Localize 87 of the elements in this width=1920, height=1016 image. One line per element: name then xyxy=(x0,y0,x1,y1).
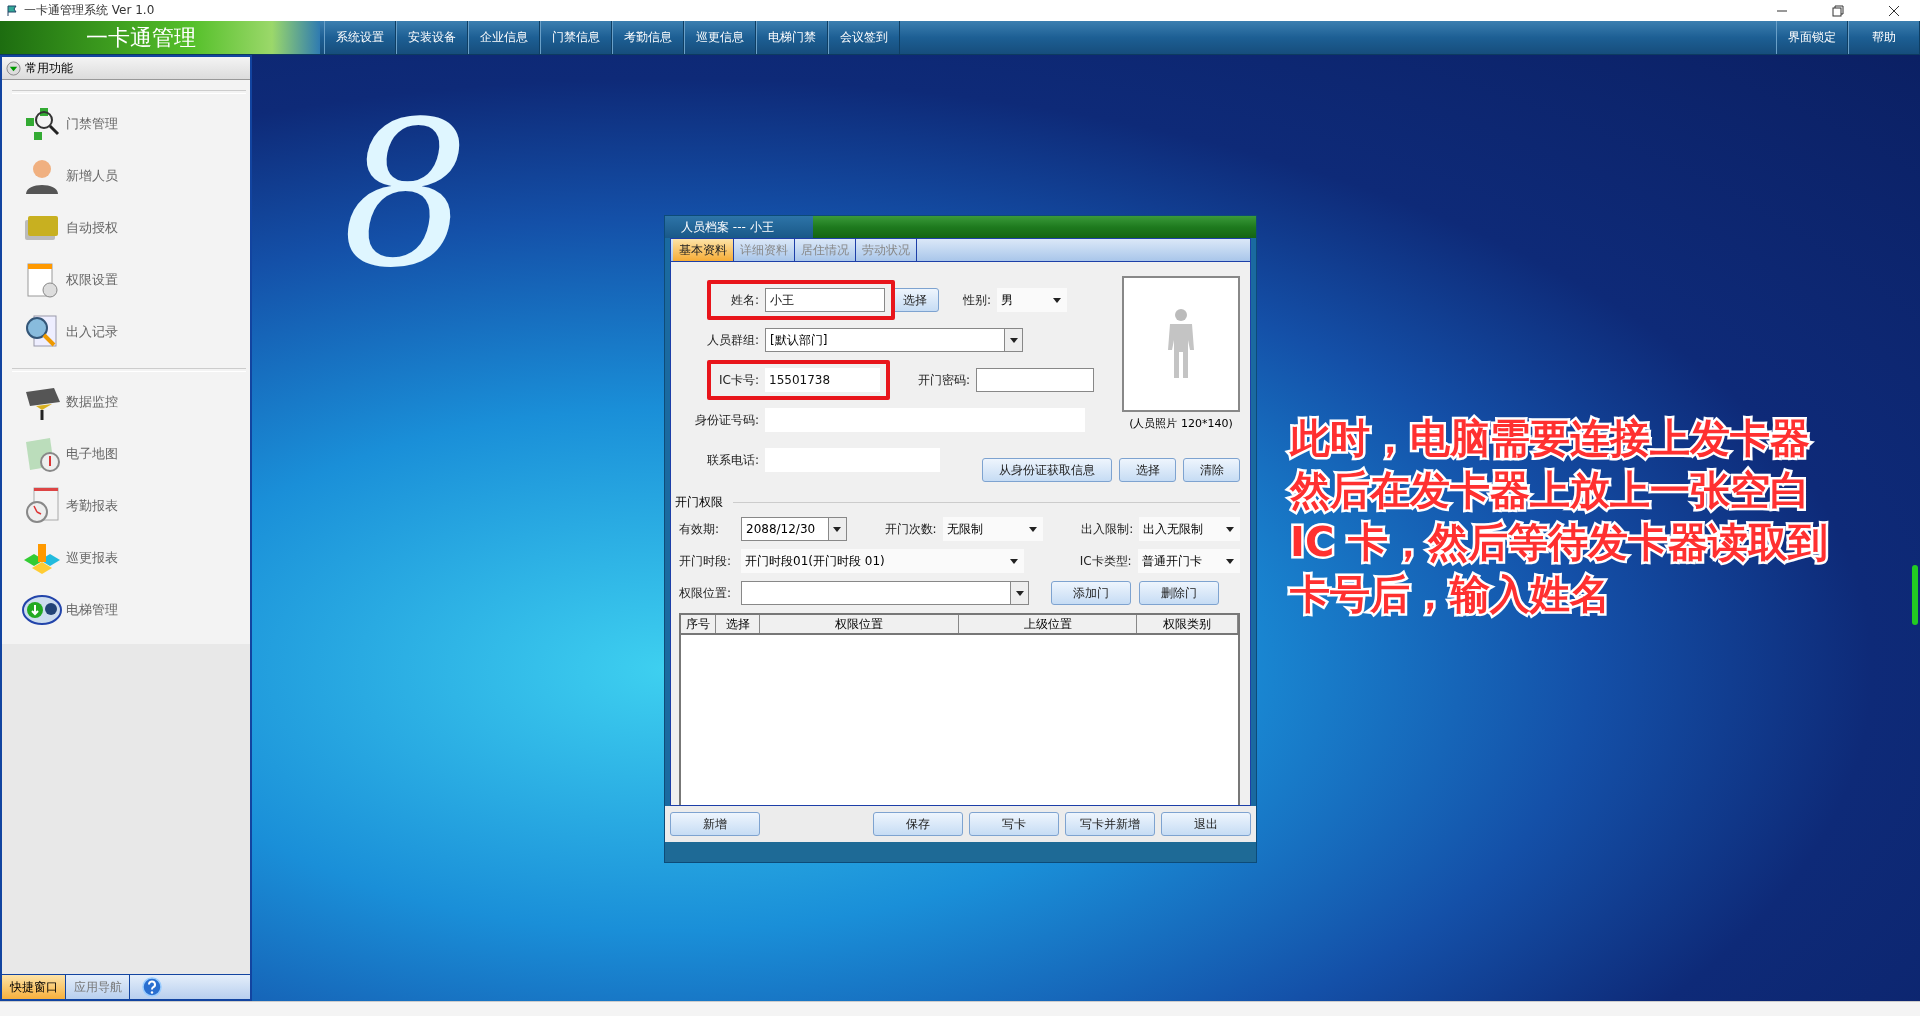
footer-button[interactable]: 保存 xyxy=(873,812,963,836)
menu-item[interactable]: 考勤信息 xyxy=(612,21,684,54)
person-silhouette-icon xyxy=(1165,308,1197,380)
gender-dropdown[interactable]: 男 xyxy=(997,288,1068,312)
menu-item[interactable]: 系统设置 xyxy=(324,21,396,54)
dialog-tab[interactable]: 基本资料 xyxy=(673,239,734,261)
caret-icon xyxy=(1226,526,1234,532)
sidebar-tab[interactable]: 应用导航 xyxy=(66,975,130,999)
caret-icon xyxy=(1015,590,1024,596)
card-number-field[interactable]: 15501738 xyxy=(765,368,880,392)
name-field[interactable]: 小王 xyxy=(765,288,885,312)
app-logo-text: 一卡通管理 xyxy=(0,21,320,54)
sidebar-item[interactable]: 新增人员 xyxy=(2,150,250,202)
photo-caption: (人员照片 120*140) xyxy=(1129,416,1233,431)
field-label: 开门时段: xyxy=(679,552,733,570)
menu-item[interactable]: 安装设备 xyxy=(396,21,468,54)
door-button[interactable]: 删除门 xyxy=(1139,581,1219,605)
field-label: 人员群组: xyxy=(705,331,759,349)
menu-item[interactable]: 电梯门禁 xyxy=(756,21,828,54)
sidebar-item[interactable]: 自动授权 xyxy=(2,202,250,254)
column-header[interactable]: 权限类别 xyxy=(1137,615,1238,633)
photo-action-button[interactable]: 清除 xyxy=(1183,458,1240,482)
sidebar-item[interactable]: 电梯管理 xyxy=(2,584,250,636)
sidebar-item[interactable]: 电子地图 xyxy=(2,428,250,480)
door-button[interactable]: 添加门 xyxy=(1051,581,1131,605)
sidebar-item[interactable]: 出入记录 xyxy=(2,306,250,358)
footer-button[interactable]: 写卡并新增 xyxy=(1065,812,1155,836)
card-type-dropdown[interactable]: 普通开门卡 xyxy=(1137,549,1240,573)
scroll-indicator xyxy=(1912,565,1918,625)
password-field[interactable] xyxy=(976,368,1094,392)
photo-action-button[interactable]: 从身份证获取信息 xyxy=(982,458,1112,482)
time-slot-dropdown[interactable]: 开门时段01(开门时段 01) xyxy=(741,549,1024,573)
flag-icon xyxy=(6,4,18,17)
sidebar-title: 常用功能 xyxy=(25,59,73,77)
dropdown-button[interactable] xyxy=(827,518,846,540)
field-label: 有效期: xyxy=(679,520,721,538)
sidebar-tab[interactable]: 快捷窗口 xyxy=(2,975,66,999)
dialog-title: 人员档案 --- 小王 xyxy=(665,216,813,238)
sidebar-item[interactable]: 数据监控 xyxy=(2,376,250,428)
caret-icon xyxy=(1009,337,1018,343)
caret-icon xyxy=(1029,526,1038,532)
footer-button[interactable]: 写卡 xyxy=(969,812,1059,836)
collapse-icon[interactable] xyxy=(6,60,21,76)
field-label: 开门密码: xyxy=(916,371,970,389)
open-count-dropdown[interactable]: 无限制 xyxy=(942,517,1044,541)
close-icon[interactable] xyxy=(1888,4,1900,17)
section-title: 开门权限 xyxy=(675,494,723,511)
column-header[interactable]: 选择 xyxy=(716,615,760,633)
sidebar-item[interactable]: 权限设置 xyxy=(2,254,250,306)
caret-icon xyxy=(1053,297,1062,303)
window-title: 一卡通管理系统 Ver 1.0 xyxy=(24,2,155,19)
field-label: 权限位置: xyxy=(679,584,733,602)
dropdown-button[interactable] xyxy=(1010,582,1028,604)
field-label: 性别: xyxy=(963,291,992,309)
field-label: IC卡类型: xyxy=(1078,552,1132,570)
menu-item[interactable]: 会议签到 xyxy=(828,21,900,54)
annotation-text: 此时，电脑需要连接上发卡器 然后在发卡器上放上一张空白 IC 卡，然后等待发卡器读取到 卡号后，输入姓名 xyxy=(1290,415,1829,617)
sidebar-item[interactable]: 门禁管理 xyxy=(2,98,250,150)
footer-button[interactable]: 退出 xyxy=(1161,812,1251,836)
caret-icon xyxy=(833,526,842,532)
column-header[interactable]: 上级位置 xyxy=(959,615,1137,633)
caret-icon xyxy=(1226,558,1234,564)
field-label: 开门次数: xyxy=(883,520,937,538)
caret-icon xyxy=(1009,558,1018,564)
add-button[interactable]: 新增 xyxy=(670,812,760,836)
menu-item[interactable]: 界面锁定 xyxy=(1776,21,1848,54)
field-label: IC卡号: xyxy=(718,371,759,389)
photo-action-button[interactable]: 选择 xyxy=(1119,458,1176,482)
menu-item[interactable]: 帮助 xyxy=(1848,21,1920,54)
access-limit-dropdown[interactable]: 出入无限制 xyxy=(1139,517,1240,541)
menu-item[interactable]: 巡更信息 xyxy=(684,21,756,54)
field-label: 出入限制: xyxy=(1080,520,1134,538)
help-icon[interactable] xyxy=(142,977,162,997)
field-label: 姓名: xyxy=(729,291,759,309)
dropdown-button[interactable] xyxy=(1004,329,1022,351)
menu-item[interactable]: 企业信息 xyxy=(468,21,540,54)
group-dropdown[interactable]: [默认部门] xyxy=(765,328,1023,352)
expiry-date-picker[interactable]: 2088/12/30 xyxy=(741,517,847,541)
field-label: 身份证号码: xyxy=(693,411,759,429)
column-header[interactable]: 权限位置 xyxy=(760,615,959,633)
menu-item[interactable]: 门禁信息 xyxy=(540,21,612,54)
sidebar-item[interactable]: 巡更报表 xyxy=(2,532,250,584)
field-label: 联系电话: xyxy=(705,451,759,469)
wallpaper-logo: 8 xyxy=(342,95,470,295)
column-header[interactable]: 序号 xyxy=(681,615,716,633)
restore-icon[interactable] xyxy=(1832,4,1844,17)
sidebar-item[interactable]: 考勤报表 xyxy=(2,480,250,532)
